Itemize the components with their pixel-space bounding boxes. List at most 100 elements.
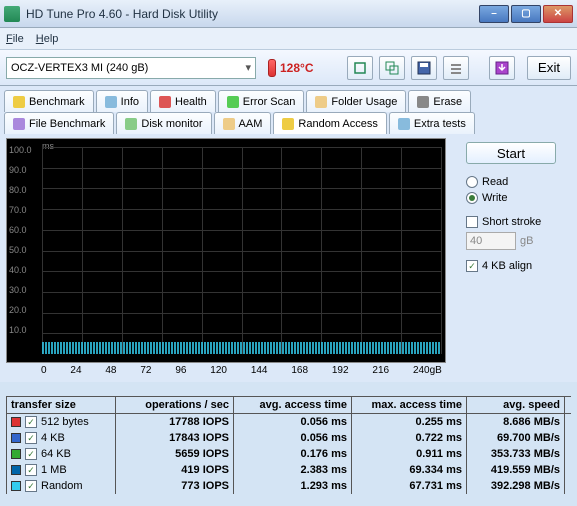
th-max-access: max. access time	[352, 397, 467, 413]
short-stroke-input-row: gB	[466, 232, 571, 250]
cell-spd: 353.733 MB/s	[467, 446, 565, 462]
short-stroke-row[interactable]: Short stroke	[466, 216, 571, 228]
options-button[interactable]	[443, 56, 469, 80]
content-area: ms 100.090.080.070.060.050.040.030.020.0…	[0, 134, 577, 382]
y-tick: 30.0	[9, 285, 27, 295]
short-stroke-unit: gB	[520, 235, 533, 247]
cell-max: 69.334 ms	[352, 462, 467, 478]
menu-bar: File Help	[0, 28, 577, 50]
cell-max: 0.911 ms	[352, 446, 467, 462]
tab-label: Disk monitor	[141, 118, 202, 130]
table-row: ✓4 KB17843 IOPS0.056 ms0.722 ms69.700 MB…	[6, 430, 571, 446]
tab-label: Random Access	[298, 118, 377, 130]
row-color-icon	[11, 465, 21, 475]
tab-label: Benchmark	[29, 96, 85, 108]
close-button[interactable]: ✕	[543, 5, 573, 23]
tab-error-scan[interactable]: Error Scan	[218, 90, 305, 112]
y-tick: 40.0	[9, 265, 27, 275]
tabs-row-1: Benchmark Info Health Error Scan Folder Usag…	[0, 86, 577, 112]
table-row: ✓64 KB5659 IOPS0.176 ms0.911 ms353.733 M…	[6, 446, 571, 462]
row-checkbox[interactable]: ✓	[25, 448, 37, 460]
tab-label: Extra tests	[414, 118, 466, 130]
cell-spd: 419.559 MB/s	[467, 462, 565, 478]
tab-erase[interactable]: Erase	[408, 90, 471, 112]
tab-benchmark[interactable]: Benchmark	[4, 90, 94, 112]
save-screenshot-button[interactable]	[489, 56, 515, 80]
th-avg-speed: avg. speed	[467, 397, 565, 413]
side-panel: Start Read Write Short stroke gB ✓ 4 KB …	[466, 138, 571, 376]
th-operations: operations / sec	[116, 397, 234, 413]
thermometer-icon	[268, 59, 276, 77]
x-tick: 48	[105, 365, 116, 376]
tab-aam[interactable]: AAM	[214, 112, 272, 134]
start-button[interactable]: Start	[466, 142, 556, 164]
tab-health[interactable]: Health	[150, 90, 216, 112]
tab-icon	[417, 96, 429, 108]
titlebar: HD Tune Pro 4.60 - Hard Disk Utility – ▢…	[0, 0, 577, 28]
short-stroke-checkbox[interactable]	[466, 216, 478, 228]
drive-select-value: OCZ-VERTEX3 MI (240 gB)	[11, 62, 148, 74]
short-stroke-input[interactable]	[466, 232, 516, 250]
table-header: transfer size operations / sec avg. acce…	[6, 396, 571, 414]
tab-disk-monitor[interactable]: Disk monitor	[116, 112, 211, 134]
tab-label: AAM	[239, 118, 263, 130]
tab-icon	[159, 96, 171, 108]
tab-label: Info	[121, 96, 139, 108]
write-radio[interactable]	[466, 192, 478, 204]
x-tick: 72	[140, 365, 151, 376]
align-checkbox[interactable]: ✓	[466, 260, 478, 272]
row-checkbox[interactable]: ✓	[25, 464, 37, 476]
row-checkbox[interactable]: ✓	[25, 416, 37, 428]
row-checkbox[interactable]: ✓	[25, 432, 37, 444]
temperature-value: 128°C	[280, 61, 314, 75]
cell-size: 1 MB	[41, 464, 67, 476]
tab-label: Error Scan	[243, 96, 296, 108]
minimize-button[interactable]: –	[479, 5, 509, 23]
align-row[interactable]: ✓ 4 KB align	[466, 260, 571, 272]
tab-folder-usage[interactable]: Folder Usage	[306, 90, 406, 112]
read-radio-row[interactable]: Read	[466, 176, 571, 188]
row-color-icon	[11, 449, 21, 459]
save-button[interactable]	[411, 56, 437, 80]
x-tick: 96	[175, 365, 186, 376]
cell-ops: 773 IOPS	[116, 478, 234, 494]
temperature: 128°C	[268, 59, 314, 77]
tab-label: File Benchmark	[29, 118, 105, 130]
y-tick: 60.0	[9, 225, 27, 235]
table-row: ✓512 bytes17788 IOPS0.056 ms0.255 ms8.68…	[6, 414, 571, 430]
copy-info-button[interactable]	[347, 56, 373, 80]
y-tick: 80.0	[9, 185, 27, 195]
tab-file-benchmark[interactable]: File Benchmark	[4, 112, 114, 134]
write-label: Write	[482, 192, 507, 204]
menu-file[interactable]: File	[6, 33, 24, 45]
y-tick: 50.0	[9, 245, 27, 255]
copy-screenshot-button[interactable]	[379, 56, 405, 80]
chart-x-axis: 024487296120144168192216240gB	[6, 363, 446, 376]
x-tick: 144	[251, 365, 268, 376]
x-tick: 0	[41, 365, 47, 376]
write-radio-row[interactable]: Write	[466, 192, 571, 204]
x-tick: 192	[332, 365, 349, 376]
tab-icon	[13, 96, 25, 108]
row-checkbox[interactable]: ✓	[25, 480, 37, 492]
toolbar: OCZ-VERTEX3 MI (240 gB) 128°C Exit	[0, 50, 577, 86]
cell-avg: 1.293 ms	[234, 478, 352, 494]
results-table: transfer size operations / sec avg. acce…	[6, 396, 571, 494]
tab-random-access[interactable]: Random Access	[273, 112, 386, 134]
read-radio[interactable]	[466, 176, 478, 188]
exit-button[interactable]: Exit	[527, 56, 571, 80]
read-label: Read	[482, 176, 508, 188]
cell-ops: 17843 IOPS	[116, 430, 234, 446]
maximize-button[interactable]: ▢	[511, 5, 541, 23]
tab-icon	[105, 96, 117, 108]
table-row: ✓Random773 IOPS1.293 ms67.731 ms392.298 …	[6, 478, 571, 494]
tab-info[interactable]: Info	[96, 90, 148, 112]
tab-icon	[398, 118, 410, 130]
tab-extra-tests[interactable]: Extra tests	[389, 112, 475, 134]
cell-spd: 392.298 MB/s	[467, 478, 565, 494]
th-avg-access: avg. access time	[234, 397, 352, 413]
drive-select[interactable]: OCZ-VERTEX3 MI (240 gB)	[6, 57, 256, 79]
tab-icon	[125, 118, 137, 130]
cell-avg: 0.056 ms	[234, 414, 352, 430]
menu-help[interactable]: Help	[36, 33, 59, 45]
